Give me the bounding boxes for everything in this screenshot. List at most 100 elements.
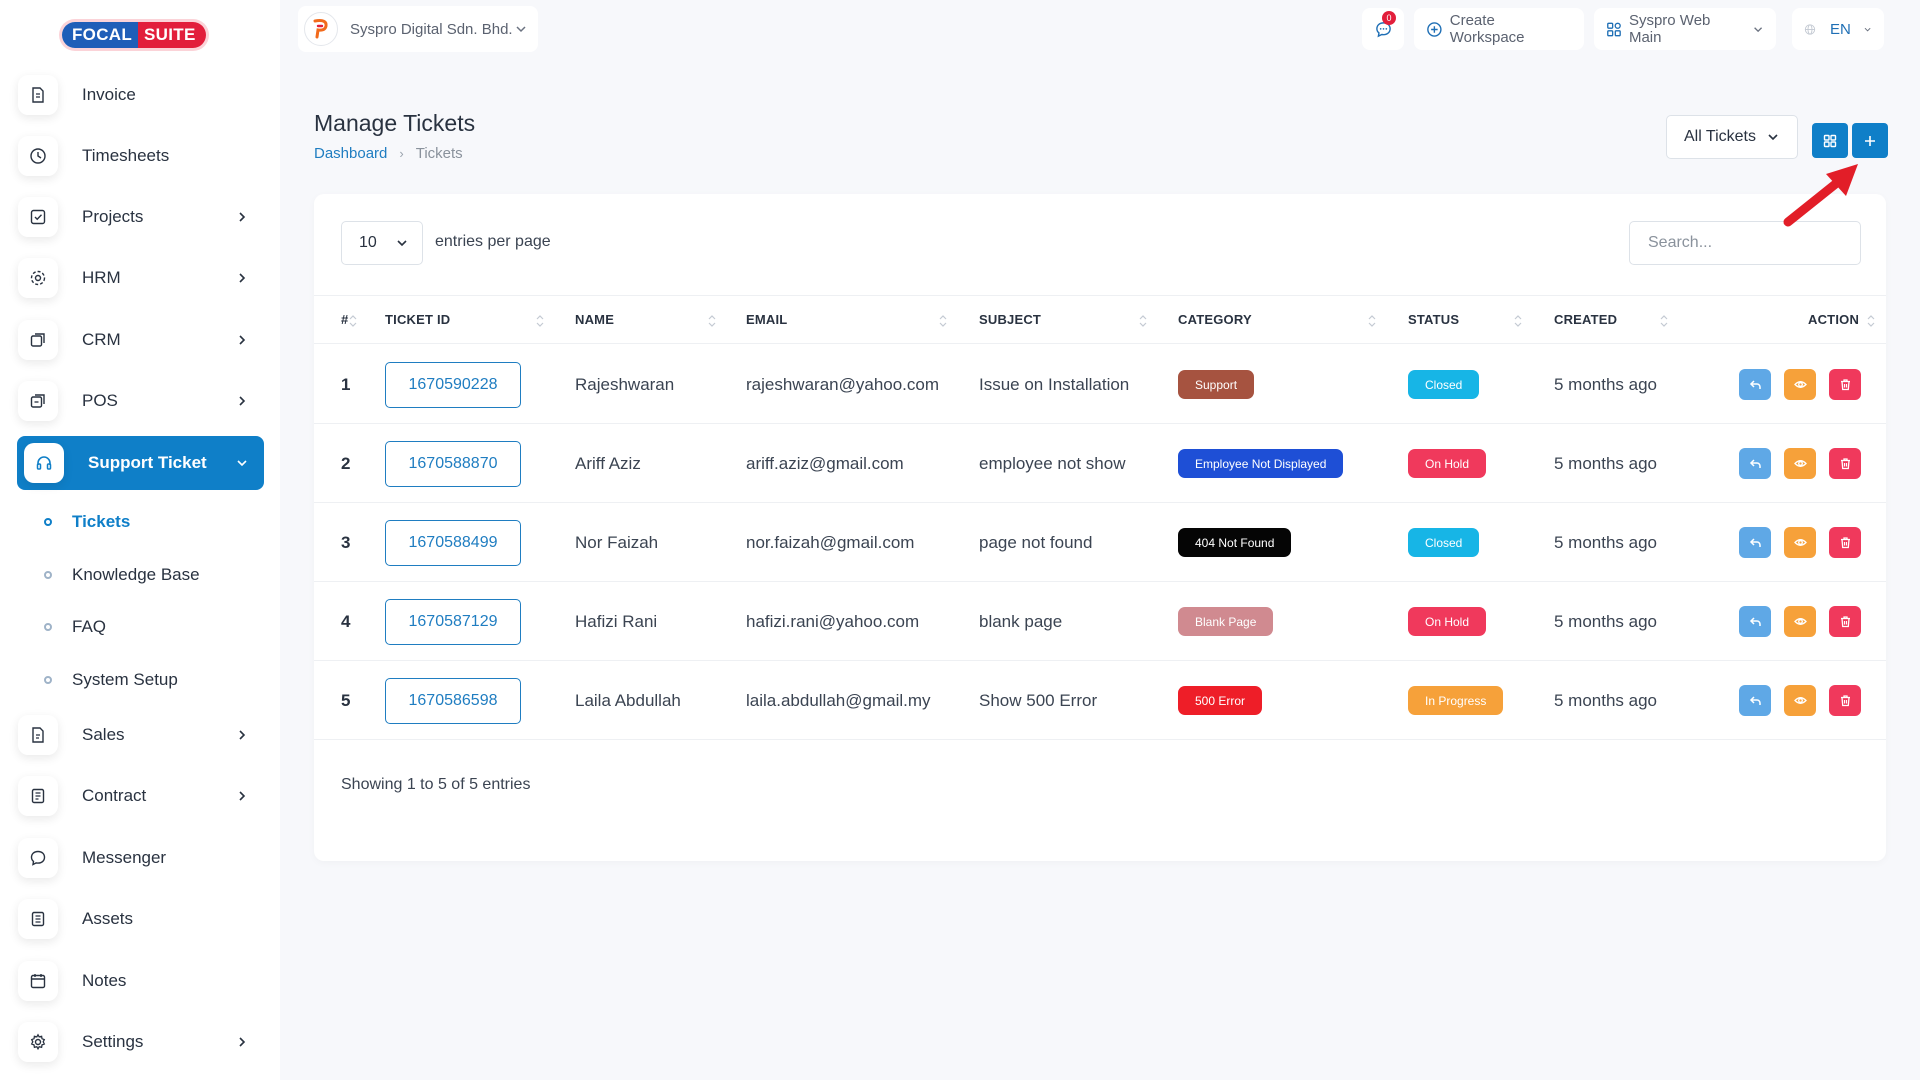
delete-button[interactable]: [1829, 448, 1861, 479]
ticket-id-button[interactable]: 1670588870: [385, 440, 521, 487]
sidebar-subitem-tickets[interactable]: Tickets: [44, 512, 130, 532]
sidebar-item-assets[interactable]: Assets: [18, 892, 264, 946]
entries-per-page-select[interactable]: 10: [341, 221, 423, 265]
sidebar-item-settings[interactable]: Settings: [18, 1015, 264, 1069]
chevron-down-icon: [516, 26, 526, 33]
reply-button[interactable]: [1739, 685, 1771, 716]
sidebar-subitem-knowledge-base[interactable]: Knowledge Base: [44, 565, 200, 585]
ticket-id-button[interactable]: 1670590228: [385, 361, 521, 408]
workspace-selector[interactable]: Syspro Web Main: [1594, 8, 1776, 50]
sort-icon[interactable]: [939, 313, 947, 329]
grid-view-button[interactable]: [1812, 123, 1848, 158]
ticket-email: nor.faizah@gmail.com: [746, 532, 915, 552]
reply-icon: [1749, 380, 1761, 389]
sidebar-item-notes[interactable]: Notes: [18, 954, 264, 1008]
ticket-email: hafizi.rani@yahoo.com: [746, 611, 920, 631]
reply-icon: [1749, 538, 1761, 547]
ticket-email: ariff.aziz@gmail.com: [746, 453, 904, 473]
workspace-icon: [1607, 22, 1621, 36]
tickets-card: 10 entries per page # TICKET ID NAME EMAIL S…: [314, 194, 1886, 861]
sidebar-item-label: Invoice: [82, 85, 136, 104]
ticket-id-button[interactable]: 1670586598: [385, 677, 521, 724]
sort-icon[interactable]: [1368, 313, 1376, 329]
trash-icon: [1840, 458, 1850, 470]
chevron-down-icon: [232, 453, 252, 473]
eye-icon: [1793, 618, 1807, 625]
column-header[interactable]: CREATED: [1554, 312, 1617, 327]
sidebar-item-label: HRM: [82, 268, 121, 287]
breadcrumb: Dashboard › Tickets: [314, 145, 463, 162]
sidebar-item-crm[interactable]: CRM: [18, 313, 264, 367]
ticket-id-button[interactable]: 1670588499: [385, 519, 521, 566]
chevron-right-icon: [232, 330, 252, 350]
sort-icon[interactable]: [536, 313, 544, 329]
create-workspace-button[interactable]: Create Workspace: [1414, 8, 1584, 50]
sidebar-item-contract[interactable]: Contract: [18, 769, 264, 823]
column-header[interactable]: STATUS: [1408, 312, 1459, 327]
sort-icon[interactable]: [1867, 313, 1875, 329]
grid-icon: [1823, 134, 1837, 147]
sort-icon[interactable]: [708, 313, 716, 329]
column-header[interactable]: TICKET ID: [385, 312, 450, 327]
page-title: Manage Tickets: [314, 110, 476, 136]
sidebar-item-hrm[interactable]: HRM: [18, 251, 264, 305]
row-actions: [1739, 661, 1874, 740]
breadcrumb-dashboard-link[interactable]: Dashboard: [314, 145, 387, 162]
ticket-email: rajeshwaran@yahoo.com: [746, 374, 940, 394]
category-badge: Support: [1178, 370, 1255, 399]
reply-button[interactable]: [1739, 369, 1771, 400]
column-header[interactable]: SUBJECT: [979, 312, 1041, 327]
category-badge: Employee Not Displayed: [1178, 449, 1344, 478]
reply-button[interactable]: [1739, 448, 1771, 479]
messages-button[interactable]: 0: [1362, 8, 1404, 50]
sidebar-item-pos[interactable]: POS: [18, 374, 264, 428]
ticket-id-button[interactable]: 1670587129: [385, 598, 521, 645]
ticket-filter-value: All Tickets: [1683, 128, 1756, 145]
table-header: # TICKET ID NAME EMAIL SUBJECT CATEGORY STATUS…: [314, 295, 1886, 344]
view-button[interactable]: [1784, 527, 1816, 558]
sidebar-item-projects[interactable]: Projects: [18, 190, 264, 244]
ticket-created: 5 months ago: [1554, 532, 1658, 552]
sort-icon[interactable]: [349, 313, 357, 329]
sidebar-item-timesheets[interactable]: Timesheets: [18, 129, 264, 183]
sidebar-item-messenger[interactable]: Messenger: [18, 831, 264, 885]
ticket-created: 5 months ago: [1554, 611, 1658, 631]
plus-circle-icon: [1427, 21, 1442, 37]
company-selector[interactable]: Syspro Digital Sdn. Bhd.: [298, 6, 538, 52]
sidebar-item-invoice[interactable]: Invoice: [18, 68, 264, 122]
delete-button[interactable]: [1829, 685, 1861, 716]
view-button[interactable]: [1784, 369, 1816, 400]
sort-icon[interactable]: [1514, 313, 1522, 329]
column-header[interactable]: ACTION: [1808, 312, 1859, 327]
ticket-filter-select[interactable]: All Tickets: [1666, 115, 1798, 159]
sort-icon[interactable]: [1660, 313, 1668, 329]
delete-button[interactable]: [1829, 527, 1861, 558]
focal-suite-logo[interactable]: FOCAL SUITE: [62, 22, 206, 48]
column-header[interactable]: CATEGORY: [1178, 312, 1252, 327]
trash-icon: [1840, 537, 1850, 549]
column-header[interactable]: #: [341, 312, 348, 327]
chevron-right-icon: [232, 725, 252, 745]
sort-icon[interactable]: [1139, 313, 1147, 329]
view-button[interactable]: [1784, 448, 1816, 479]
sidebar-subitem-faq[interactable]: FAQ: [44, 617, 106, 637]
reply-icon: [1749, 617, 1761, 626]
ticket-name: Laila Abdullah: [575, 690, 681, 710]
column-header[interactable]: NAME: [575, 312, 614, 327]
column-header[interactable]: EMAIL: [746, 312, 787, 327]
table-row: 3 1670588499 Nor Faizah nor.faizah@gmail.co…: [314, 503, 1886, 582]
reply-button[interactable]: [1739, 527, 1771, 558]
sidebar-item-support-ticket[interactable]: Support Ticket: [17, 436, 264, 490]
language-selector[interactable]: EN: [1792, 8, 1884, 50]
assets-icon: [18, 899, 58, 939]
reply-button[interactable]: [1739, 606, 1771, 637]
category-badge: 404 Not Found: [1178, 528, 1292, 557]
delete-button[interactable]: [1829, 606, 1861, 637]
sidebar-item-sales[interactable]: Sales: [18, 708, 264, 762]
sidebar-item-label: Sales: [82, 725, 125, 744]
view-button[interactable]: [1784, 606, 1816, 637]
sidebar-subitem-system-setup[interactable]: System Setup: [44, 670, 178, 690]
create-ticket-button[interactable]: [1852, 123, 1888, 158]
delete-button[interactable]: [1829, 369, 1861, 400]
view-button[interactable]: [1784, 685, 1816, 716]
